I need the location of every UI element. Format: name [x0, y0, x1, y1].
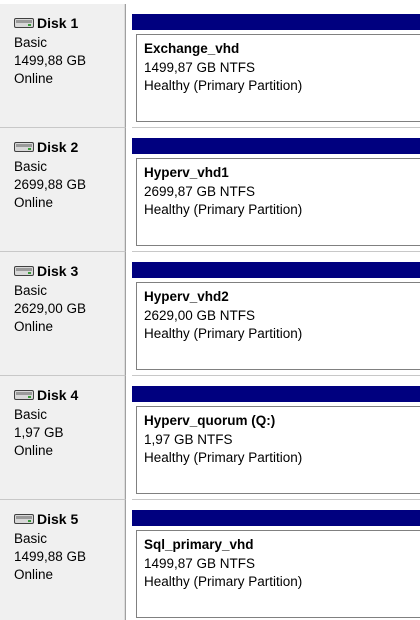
volume-name: Hyperv_quorum (Q:) — [144, 413, 276, 428]
volume-size-fs: 2699,87 GB NTFS — [144, 184, 256, 199]
hard-disk-icon — [14, 18, 34, 28]
disk-type: Basic — [14, 407, 48, 422]
hard-disk-icon — [14, 142, 34, 152]
disk-status: Online — [14, 195, 54, 210]
disk-size: 2699,88 GB — [14, 177, 87, 192]
volume-block[interactable]: Hyperv_vhd2 2629,00 GB NTFS Healthy (Pri… — [136, 282, 420, 370]
partition-bar — [132, 510, 420, 526]
volume-size-fs: 2629,00 GB NTFS — [144, 308, 256, 323]
volume-block[interactable]: Sql_primary_vhd 1499,87 GB NTFS Healthy … — [136, 530, 420, 618]
disk-info-panel[interactable]: Disk 1 Basic 1499,88 GB Online — [0, 4, 126, 128]
disk-type: Basic — [14, 159, 48, 174]
partition-bar — [132, 262, 420, 278]
disk-status: Online — [14, 71, 54, 86]
volume-health: Healthy (Primary Partition) — [144, 202, 303, 217]
volume-area: Exchange_vhd 1499,87 GB NTFS Healthy (Pr… — [132, 4, 420, 128]
disk-row-5: Disk 5 Basic 1499,88 GB Online Sql_prima… — [0, 500, 420, 620]
disk-type: Basic — [14, 531, 48, 546]
disk-info-panel[interactable]: Disk 3 Basic 2629,00 GB Online — [0, 252, 126, 376]
volume-area: Hyperv_vhd1 2699,87 GB NTFS Healthy (Pri… — [132, 128, 420, 252]
disk-title: Disk 1 — [14, 14, 78, 32]
volume-name: Hyperv_vhd1 — [144, 165, 229, 180]
volume-size-fs: 1499,87 GB NTFS — [144, 556, 256, 571]
disk-name: Disk 3 — [37, 263, 79, 279]
disk-size: 1499,88 GB — [14, 53, 87, 68]
disk-status: Online — [14, 443, 54, 458]
disk-size: 1,97 GB — [14, 425, 64, 440]
disk-name: Disk 4 — [37, 387, 79, 403]
hard-disk-icon — [14, 390, 34, 400]
disk-title: Disk 3 — [14, 262, 78, 280]
disk-name: Disk 1 — [37, 15, 79, 31]
volume-block[interactable]: Hyperv_quorum (Q:) 1,97 GB NTFS Healthy … — [136, 406, 420, 494]
partition-bar — [132, 138, 420, 154]
disk-row-3: Disk 3 Basic 2629,00 GB Online Hyperv_vh… — [0, 252, 420, 376]
volume-health: Healthy (Primary Partition) — [144, 450, 303, 465]
hard-disk-icon — [14, 266, 34, 276]
partition-bar — [132, 386, 420, 402]
disk-size: 2629,00 GB — [14, 301, 87, 316]
disk-row-1: Disk 1 Basic 1499,88 GB Online Exchange_… — [0, 4, 420, 128]
disk-info-panel[interactable]: Disk 4 Basic 1,97 GB Online — [0, 376, 126, 500]
partition-bar — [132, 14, 420, 30]
disk-status: Online — [14, 319, 54, 334]
volume-area: Hyperv_vhd2 2629,00 GB NTFS Healthy (Pri… — [132, 252, 420, 376]
disk-list: Disk 1 Basic 1499,88 GB Online Exchange_… — [0, 0, 420, 620]
disk-info-panel[interactable]: Disk 2 Basic 2699,88 GB Online — [0, 128, 126, 252]
disk-row-2: Disk 2 Basic 2699,88 GB Online Hyperv_vh… — [0, 128, 420, 252]
disk-type: Basic — [14, 283, 48, 298]
volume-name: Hyperv_vhd2 — [144, 289, 229, 304]
volume-name: Sql_primary_vhd — [144, 537, 254, 552]
volume-health: Healthy (Primary Partition) — [144, 326, 303, 341]
disk-row-4: Disk 4 Basic 1,97 GB Online Hyperv_quoru… — [0, 376, 420, 500]
disk-title: Disk 2 — [14, 138, 78, 156]
volume-size-fs: 1,97 GB NTFS — [144, 432, 233, 447]
disk-info-panel[interactable]: Disk 5 Basic 1499,88 GB Online — [0, 500, 126, 620]
disk-name: Disk 5 — [37, 511, 79, 527]
volume-health: Healthy (Primary Partition) — [144, 78, 303, 93]
disk-type: Basic — [14, 35, 48, 50]
volume-area: Hyperv_quorum (Q:) 1,97 GB NTFS Healthy … — [132, 376, 420, 500]
disk-name: Disk 2 — [37, 139, 79, 155]
disk-title: Disk 5 — [14, 510, 78, 528]
volume-name: Exchange_vhd — [144, 41, 240, 56]
volume-size-fs: 1499,87 GB NTFS — [144, 60, 256, 75]
disk-status: Online — [14, 567, 54, 582]
volume-health: Healthy (Primary Partition) — [144, 574, 303, 589]
volume-block[interactable]: Hyperv_vhd1 2699,87 GB NTFS Healthy (Pri… — [136, 158, 420, 246]
volume-block[interactable]: Exchange_vhd 1499,87 GB NTFS Healthy (Pr… — [136, 34, 420, 122]
volume-area: Sql_primary_vhd 1499,87 GB NTFS Healthy … — [132, 500, 420, 620]
hard-disk-icon — [14, 514, 34, 524]
disk-size: 1499,88 GB — [14, 549, 87, 564]
disk-title: Disk 4 — [14, 386, 78, 404]
